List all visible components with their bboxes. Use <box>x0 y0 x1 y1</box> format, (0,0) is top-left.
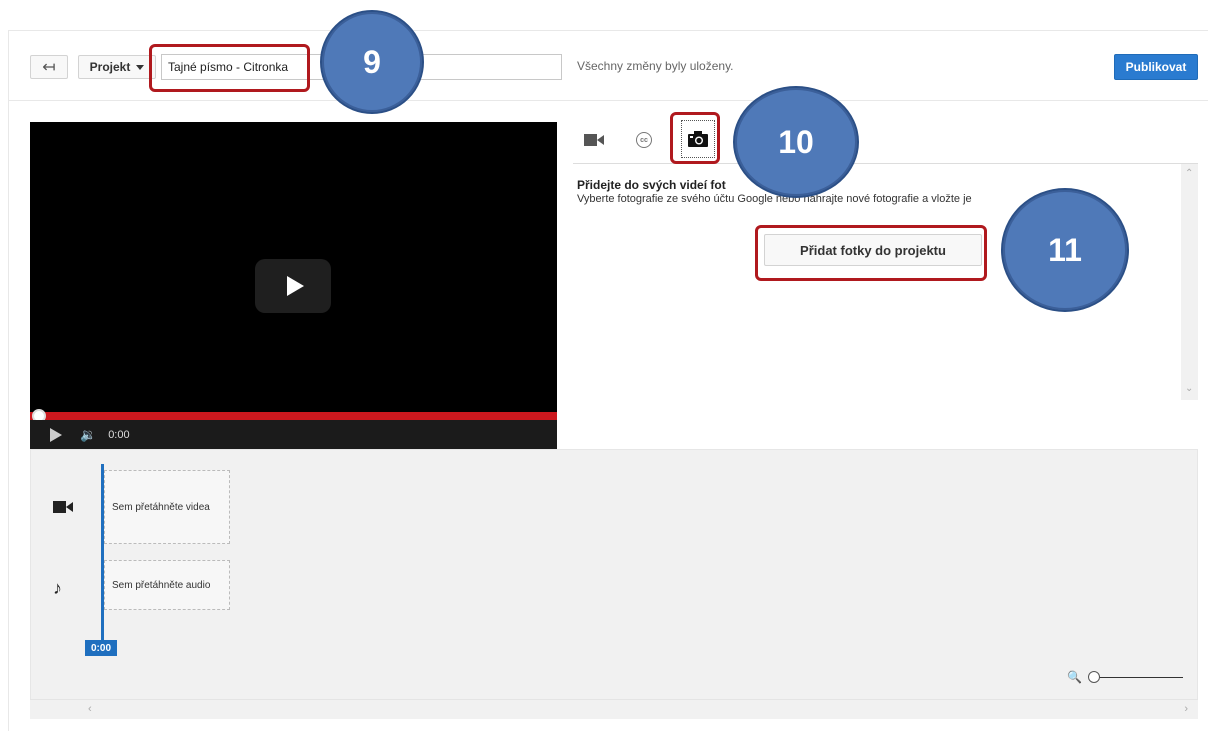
play-icon[interactable] <box>50 427 62 442</box>
panel-title: Přidejte do svých videí fot <box>577 178 726 192</box>
chevron-down-icon[interactable]: ⌄ <box>1185 383 1193 394</box>
back-arrow-icon: ↤ <box>42 59 56 76</box>
chevron-right-icon[interactable]: › <box>1184 703 1188 715</box>
play-icon <box>286 276 304 296</box>
caret-down-icon <box>136 64 145 70</box>
highlight-title-input <box>149 44 310 92</box>
music-note-icon: ♪ <box>53 578 62 598</box>
audio-drop-zone[interactable]: Sem přetáhněte audio <box>104 560 230 610</box>
chevron-up-icon[interactable]: ⌃ <box>1185 168 1193 179</box>
header-top-border <box>8 30 1208 31</box>
header-separator <box>8 100 1208 101</box>
playhead[interactable] <box>101 464 104 640</box>
step-badge-10: 10 <box>733 86 859 198</box>
video-editor: ↤ Projekt Všechny změny byly uloženy. Pu… <box>0 0 1208 731</box>
timeline: ♪ Sem přetáhněte videa Sem přetáhněte au… <box>30 449 1198 719</box>
video-camera-icon <box>584 134 604 146</box>
project-label: Projekt <box>89 60 131 74</box>
tab-video[interactable] <box>580 126 608 154</box>
timeline-scrollbar[interactable]: ‹ › <box>30 699 1198 719</box>
large-play-button[interactable] <box>255 259 331 313</box>
zoom-slider-handle[interactable] <box>1088 671 1100 683</box>
project-menu-button[interactable]: Projekt <box>78 55 156 79</box>
back-button[interactable]: ↤ <box>30 55 68 79</box>
video-drop-zone[interactable]: Sem přetáhněte videa <box>104 470 230 544</box>
player-controls: 🔉 0:00 <box>30 420 557 449</box>
video-camera-icon <box>53 501 73 513</box>
zoom-slider-track[interactable] <box>1091 677 1183 678</box>
left-border <box>8 30 9 731</box>
panel-scrollbar[interactable]: ⌃ ⌄ <box>1181 164 1198 400</box>
highlight-photo-tab <box>670 112 720 164</box>
closed-captions-icon: cc <box>636 132 652 148</box>
playhead-time: 0:00 <box>85 640 117 656</box>
save-status-text: Všechny změny byly uloženy. <box>577 59 734 73</box>
tab-captions[interactable]: cc <box>630 126 658 154</box>
highlight-add-photos-button <box>755 225 987 281</box>
step-badge-9: 9 <box>320 10 424 114</box>
video-player[interactable]: 🔉 0:00 <box>30 122 557 449</box>
volume-icon[interactable]: 🔉 <box>80 427 96 443</box>
step-badge-11: 11 <box>1001 188 1129 312</box>
progress-bar[interactable] <box>30 412 557 420</box>
current-time: 0:00 <box>108 428 130 441</box>
zoom-icon: 🔍 <box>1067 670 1082 684</box>
publish-button[interactable]: Publikovat <box>1114 54 1198 80</box>
chevron-left-icon[interactable]: ‹ <box>88 703 92 715</box>
